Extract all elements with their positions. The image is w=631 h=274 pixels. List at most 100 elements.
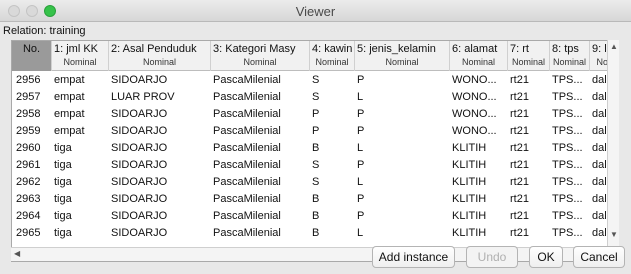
undo-button[interactable]: Undo: [466, 246, 518, 268]
cell-kategori-masy[interactable]: PascaMilenial: [213, 227, 310, 239]
cell-rt[interactable]: rt21: [510, 91, 550, 103]
column-header-jenis-kelamin[interactable]: 5: jenis_kelamin Nominal: [355, 41, 450, 71]
scroll-down-icon[interactable]: ▼: [610, 230, 618, 240]
cell-kawin[interactable]: B: [312, 227, 355, 239]
cell-jenis-kelamin[interactable]: P: [357, 125, 450, 137]
column-header-rt[interactable]: 7: rt Nominal: [508, 41, 550, 71]
cell-tps[interactable]: TPS...: [552, 125, 590, 137]
cell-jml-kk[interactable]: tiga: [54, 176, 109, 188]
cell-tps[interactable]: TPS...: [552, 227, 590, 239]
cell-kategori-masy[interactable]: PascaMilenial: [213, 142, 310, 154]
cell-asal-penduduk[interactable]: SIDOARJO: [111, 159, 211, 171]
cell-kategori-masy[interactable]: PascaMilenial: [213, 91, 310, 103]
cell-jml-kk[interactable]: empat: [54, 74, 109, 86]
cell-rt[interactable]: rt21: [510, 74, 550, 86]
cell-no[interactable]: 2961: [16, 159, 52, 171]
cell-tps[interactable]: TPS...: [552, 74, 590, 86]
cell-jenis-kelamin[interactable]: P: [357, 74, 450, 86]
cell-jml-kk[interactable]: empat: [54, 108, 109, 120]
vertical-scrollbar[interactable]: ▲ ▼: [607, 40, 619, 248]
table-row[interactable]: 2963 tiga SIDOARJO PascaMilenial B P KLITIH rt2…: [12, 191, 618, 208]
ok-button[interactable]: OK: [529, 246, 563, 268]
cell-no[interactable]: 2957: [16, 91, 52, 103]
cell-kategori-masy[interactable]: PascaMilenial: [213, 159, 310, 171]
cell-kategori-masy[interactable]: PascaMilenial: [213, 74, 310, 86]
cell-asal-penduduk[interactable]: SIDOARJO: [111, 108, 211, 120]
cell-jml-kk[interactable]: empat: [54, 125, 109, 137]
add-instance-button[interactable]: Add instance: [372, 246, 455, 268]
cell-kawin[interactable]: S: [312, 176, 355, 188]
cell-rt[interactable]: rt21: [510, 159, 550, 171]
cell-rt[interactable]: rt21: [510, 125, 550, 137]
cell-tps[interactable]: TPS...: [552, 108, 590, 120]
cell-jenis-kelamin[interactable]: L: [357, 142, 450, 154]
cell-no[interactable]: 2963: [16, 193, 52, 205]
cell-kategori-masy[interactable]: PascaMilenial: [213, 176, 310, 188]
table-row[interactable]: 2958 empat SIDOARJO PascaMilenial P P WONO... r…: [12, 106, 618, 123]
cell-tps[interactable]: TPS...: [552, 176, 590, 188]
cell-jml-kk[interactable]: tiga: [54, 210, 109, 222]
cell-asal-penduduk[interactable]: SIDOARJO: [111, 193, 211, 205]
cell-alamat[interactable]: KLITIH: [452, 176, 508, 188]
cell-jenis-kelamin[interactable]: P: [357, 193, 450, 205]
table-row[interactable]: 2964 tiga SIDOARJO PascaMilenial B P KLITIH rt2…: [12, 208, 618, 225]
cell-kawin[interactable]: P: [312, 125, 355, 137]
cell-jml-kk[interactable]: tiga: [54, 159, 109, 171]
cell-kategori-masy[interactable]: PascaMilenial: [213, 108, 310, 120]
cell-jml-kk[interactable]: tiga: [54, 142, 109, 154]
column-header-jml-kk[interactable]: 1: jml KK Nominal: [52, 41, 109, 71]
cell-kategori-masy[interactable]: PascaMilenial: [213, 193, 310, 205]
cell-kawin[interactable]: S: [312, 159, 355, 171]
cell-jenis-kelamin[interactable]: L: [357, 91, 450, 103]
table-row[interactable]: 2956 empat SIDOARJO PascaMilenial S P WONO... r…: [12, 72, 618, 89]
cell-alamat[interactable]: KLITIH: [452, 159, 508, 171]
cancel-button[interactable]: Cancel: [573, 246, 625, 268]
column-header-kawin[interactable]: 4: kawin Nominal: [310, 41, 355, 71]
table-row[interactable]: 2959 empat SIDOARJO PascaMilenial P P WONO... r…: [12, 123, 618, 140]
cell-no[interactable]: 2964: [16, 210, 52, 222]
cell-no[interactable]: 2960: [16, 142, 52, 154]
cell-alamat[interactable]: WONO...: [452, 108, 508, 120]
cell-asal-penduduk[interactable]: SIDOARJO: [111, 210, 211, 222]
cell-kawin[interactable]: P: [312, 108, 355, 120]
cell-kawin[interactable]: B: [312, 210, 355, 222]
cell-jenis-kelamin[interactable]: P: [357, 108, 450, 120]
cell-alamat[interactable]: KLITIH: [452, 142, 508, 154]
cell-asal-penduduk[interactable]: SIDOARJO: [111, 176, 211, 188]
cell-tps[interactable]: TPS...: [552, 159, 590, 171]
cell-rt[interactable]: rt21: [510, 176, 550, 188]
cell-tps[interactable]: TPS...: [552, 210, 590, 222]
table-row[interactable]: 2965 tiga SIDOARJO PascaMilenial B L KLITIH rt2…: [12, 225, 618, 242]
cell-kawin[interactable]: S: [312, 74, 355, 86]
cell-alamat[interactable]: KLITIH: [452, 227, 508, 239]
cell-rt[interactable]: rt21: [510, 193, 550, 205]
cell-asal-penduduk[interactable]: SIDOARJO: [111, 227, 211, 239]
cell-alamat[interactable]: WONO...: [452, 91, 508, 103]
cell-alamat[interactable]: KLITIH: [452, 193, 508, 205]
table-row[interactable]: 2960 tiga SIDOARJO PascaMilenial B L KLITIH rt2…: [12, 140, 618, 157]
cell-asal-penduduk[interactable]: LUAR PROV: [111, 91, 211, 103]
cell-rt[interactable]: rt21: [510, 108, 550, 120]
cell-alamat[interactable]: WONO...: [452, 125, 508, 137]
column-header-kategori-masy[interactable]: 3: Kategori Masy Nominal: [211, 41, 310, 71]
cell-asal-penduduk[interactable]: SIDOARJO: [111, 142, 211, 154]
cell-alamat[interactable]: WONO...: [452, 74, 508, 86]
cell-alamat[interactable]: KLITIH: [452, 210, 508, 222]
scroll-left-icon[interactable]: ◀: [14, 249, 20, 259]
cell-tps[interactable]: TPS...: [552, 142, 590, 154]
cell-tps[interactable]: TPS...: [552, 193, 590, 205]
cell-no[interactable]: 2959: [16, 125, 52, 137]
cell-rt[interactable]: rt21: [510, 210, 550, 222]
cell-jml-kk[interactable]: tiga: [54, 227, 109, 239]
column-header-asal-penduduk[interactable]: 2: Asal Penduduk Nominal: [109, 41, 211, 71]
cell-jenis-kelamin[interactable]: L: [357, 176, 450, 188]
cell-asal-penduduk[interactable]: SIDOARJO: [111, 74, 211, 86]
cell-rt[interactable]: rt21: [510, 142, 550, 154]
cell-jml-kk[interactable]: tiga: [54, 193, 109, 205]
cell-kawin[interactable]: B: [312, 193, 355, 205]
cell-jenis-kelamin[interactable]: P: [357, 210, 450, 222]
table-row[interactable]: 2961 tiga SIDOARJO PascaMilenial S P KLITIH rt2…: [12, 157, 618, 174]
scroll-up-icon[interactable]: ▲: [610, 42, 618, 52]
column-header-no[interactable]: No.: [12, 41, 52, 71]
cell-jml-kk[interactable]: empat: [54, 91, 109, 103]
